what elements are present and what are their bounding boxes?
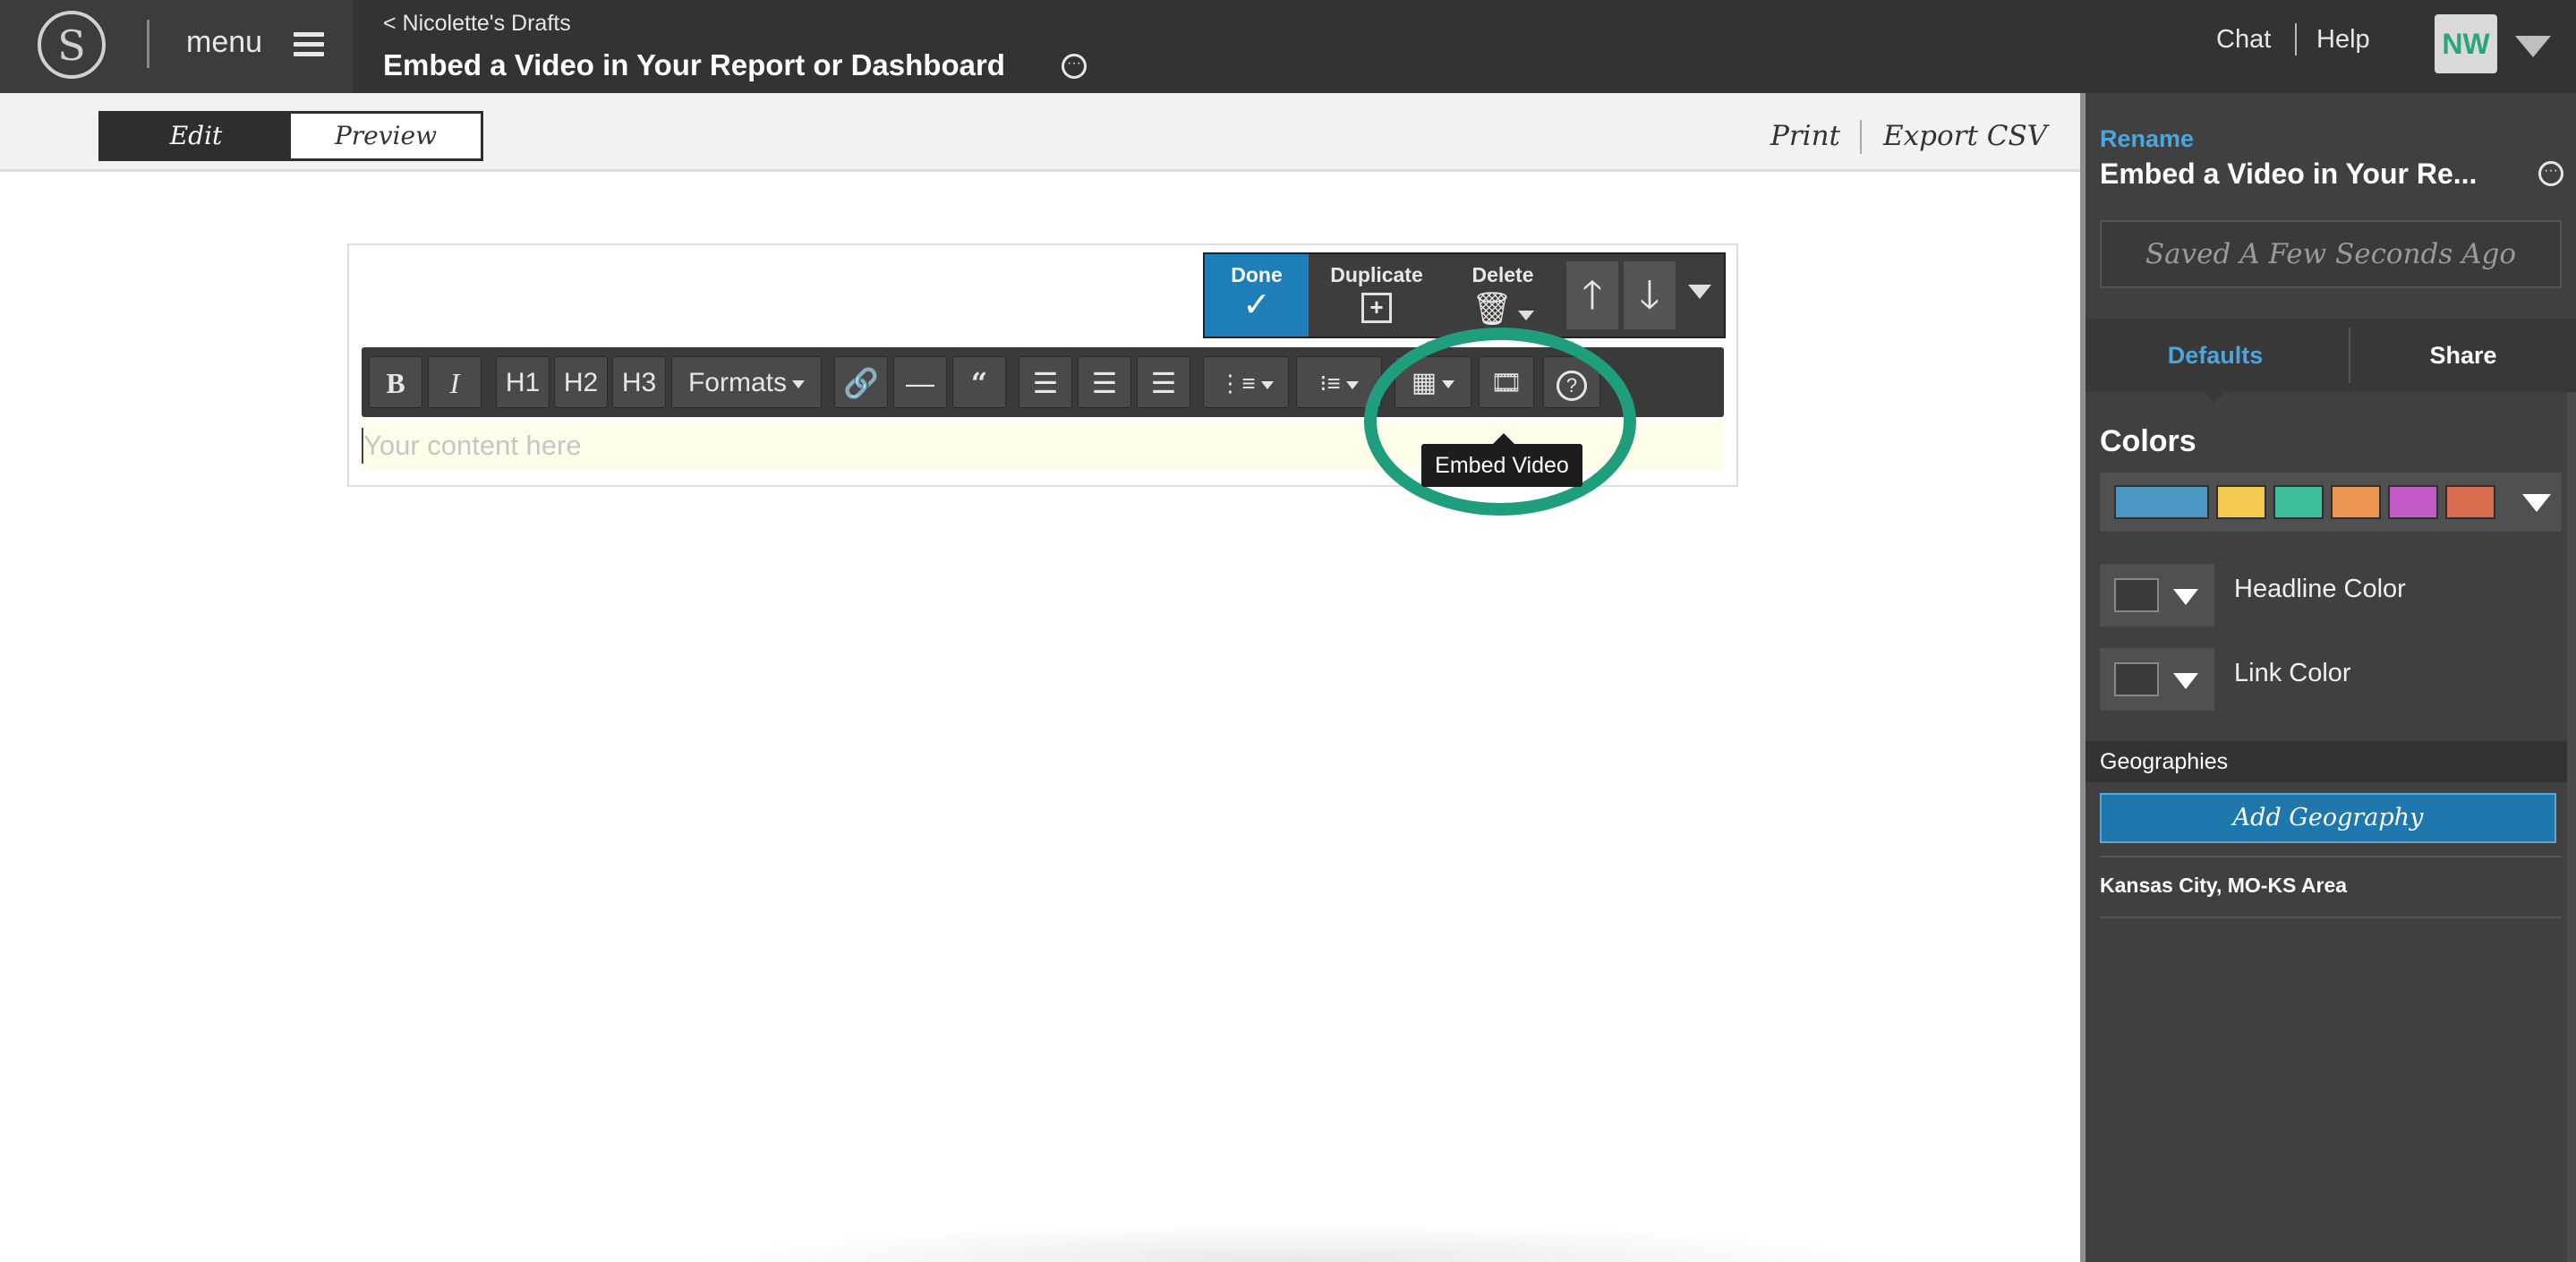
panel-tabs: Defaults Share [2086,319,2576,392]
breadcrumb-link[interactable]: < Nicolette's Drafts [383,11,571,37]
bold-button[interactable]: B [369,356,422,408]
duplicate-button[interactable]: Duplicate + [1309,254,1445,337]
print-link[interactable]: Print [1770,120,1840,152]
palette-swatch [2388,485,2438,519]
headline-color-label: Headline Color [2234,575,2406,603]
italic-button[interactable]: I [428,356,482,408]
saved-status: Saved A Few Seconds Ago [2100,220,2562,288]
preview-mode-button[interactable]: Preview [291,114,481,158]
divider [2100,917,2562,918]
done-label: Done [1231,263,1283,286]
headline-color-swatch [2114,578,2159,612]
block-action-bar: Done ✓ Duplicate + Delete 🗑 🡑 🡓 [1203,252,1726,338]
edit-mode-button[interactable]: Edit [101,114,291,158]
divider [2100,856,2562,857]
link-color-swatch [2114,662,2159,696]
bullet-list-icon: ⋮≡ [1218,370,1256,397]
heading-3-button[interactable]: H3 [612,356,666,408]
account-dropdown-icon[interactable] [2515,36,2551,57]
align-center-icon[interactable]: ☰ [1078,356,1131,408]
settings-panel: Rename Embed a Video in Your Re... ··· S… [2086,93,2576,1262]
align-left-icon[interactable]: ☰ [1019,356,1072,408]
heading-2-button[interactable]: H2 [554,356,608,408]
panel-title: Embed a Video in Your Re... [2100,158,2478,190]
bullet-list-dropdown[interactable]: ⋮≡ [1203,356,1289,408]
palette-swatch [2273,485,2324,519]
palette-swatch [2216,485,2266,519]
link-color-caret-icon [2173,673,2198,689]
header-link-divider [2295,23,2297,55]
move-down-button[interactable]: 🡓 [1624,261,1676,329]
highlight-ring [1364,328,1636,516]
checkmark-icon: ✓ [1242,286,1271,324]
link-color-picker[interactable] [2100,648,2214,711]
embed-video-tooltip: Embed Video [1421,444,1582,487]
trash-icon: 🗑 [1471,290,1513,327]
done-button[interactable]: Done ✓ [1205,254,1309,337]
mode-toolbar: Edit Preview Print Export CSV [0,93,2080,172]
edit-preview-toggle: Edit Preview [98,111,483,161]
duplicate-icon: + [1361,293,1392,323]
delete-button[interactable]: Delete 🗑 [1445,254,1561,337]
more-options-icon[interactable]: ··· [1062,54,1087,79]
panel-more-options-icon[interactable]: ··· [2538,161,2563,186]
move-up-button[interactable]: 🡑 [1566,261,1618,329]
content-placeholder: Your content here [363,430,582,461]
tooltip-arrow [1493,433,1514,444]
formats-dropdown[interactable]: Formats [671,356,822,408]
active-tab-pointer [2202,390,2227,403]
tab-defaults[interactable]: Defaults [2086,319,2345,392]
duplicate-label: Duplicate [1330,263,1423,286]
palette-swatch [2445,485,2495,519]
logo-icon[interactable]: S [38,11,106,79]
arrow-down-icon: 🡓 [1639,273,1660,317]
page-title: Embed a Video in Your Report or Dashboar… [383,48,1005,81]
palette-swatch [2114,485,2209,519]
palette-dropdown-icon[interactable] [2522,494,2551,512]
formats-caret-icon [792,379,805,388]
delete-label: Delete [1471,263,1534,286]
block-more-dropdown-icon[interactable] [1688,285,1711,299]
hamburger-icon[interactable] [294,32,324,57]
help-link[interactable]: Help [2316,25,2370,55]
headline-color-picker[interactable] [2100,564,2214,627]
blockquote-icon[interactable]: “ [952,356,1006,408]
numbered-list-icon: ⁝≡ [1319,370,1341,397]
panel-scrollbar[interactable] [2567,392,2576,1262]
headline-color-caret-icon [2173,589,2198,605]
menu-label[interactable]: menu [186,25,262,60]
export-csv-link[interactable]: Export CSV [1883,120,2047,152]
bullet-list-caret-icon [1260,380,1274,389]
colors-heading: Colors [2100,424,2196,458]
link-icon[interactable]: 🔗 [834,356,888,408]
arrow-up-icon: 🡑 [1582,273,1603,317]
horizontal-rule-icon[interactable]: — [893,356,947,408]
formats-label: Formats [687,368,787,397]
rename-link[interactable]: Rename [2100,125,2194,153]
delete-dropdown-icon[interactable] [1517,311,1534,321]
logo-letter: S [57,21,86,70]
subbar-divider [1860,120,1862,154]
logo-divider [147,20,149,68]
numbered-list-caret-icon [1345,380,1359,389]
color-palette-picker[interactable] [2100,473,2562,532]
tab-share[interactable]: Share [2350,319,2576,392]
top-bar: S menu < Nicolette's Drafts Embed a Vide… [0,0,2576,93]
link-color-label: Link Color [2234,659,2351,687]
add-geography-button[interactable]: Add Geography [2100,793,2556,843]
chat-link[interactable]: Chat [2216,25,2271,55]
geographies-heading: Geographies [2086,741,2576,782]
palette-swatch [2331,485,2381,519]
geography-item[interactable]: Kansas City, MO-KS Area [2100,874,2347,898]
nav-left-block: S menu [0,0,353,93]
user-avatar[interactable]: NW [2435,14,2497,73]
app-window: S menu < Nicolette's Drafts Embed a Vide… [0,0,2576,1262]
page-shadow [680,1223,1915,1262]
heading-1-button[interactable]: H1 [496,356,550,408]
align-right-icon[interactable]: ☰ [1137,356,1190,408]
